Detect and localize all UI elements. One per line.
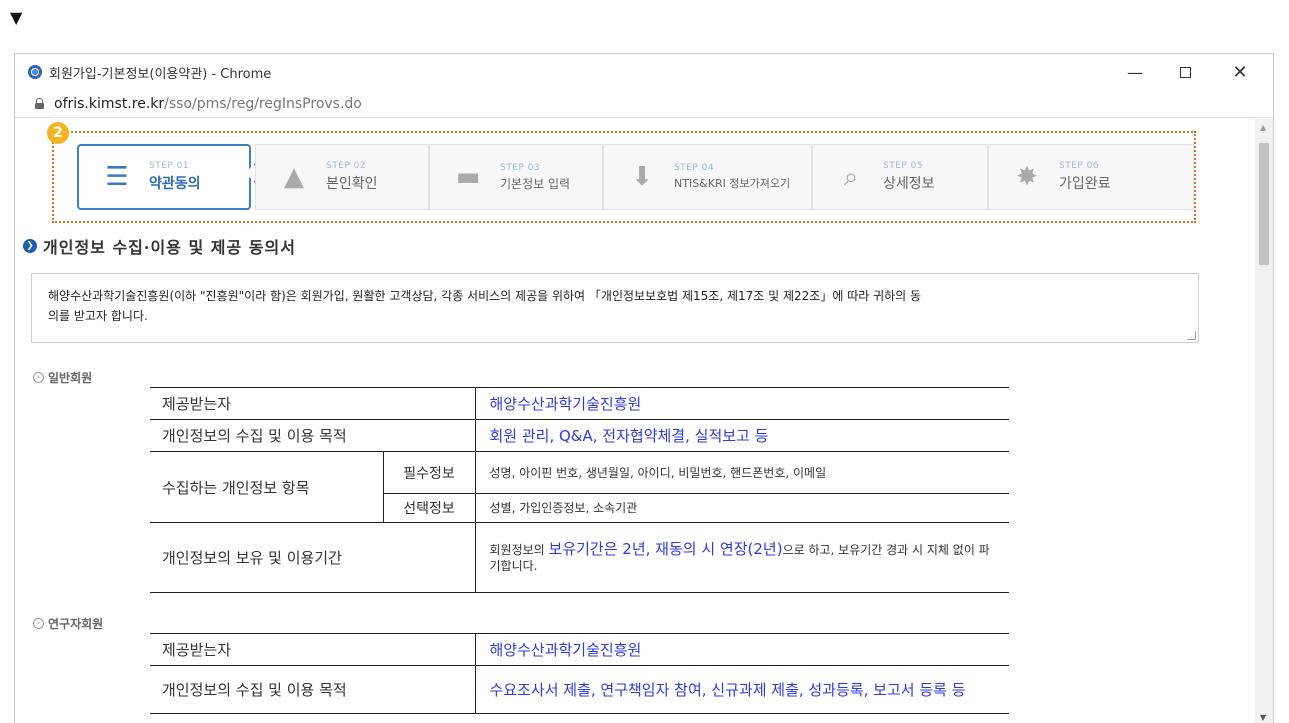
step-1: ☰ STEP 01 약관동의 bbox=[77, 144, 251, 210]
collapse-arrow-icon: ▼ bbox=[10, 8, 23, 27]
section-heading: ❯ 개인정보 수집·이용 및 제공 동의서 bbox=[23, 234, 296, 258]
researcher-member-table: 제공받는자 해양수산과학기술진흥원 개인정보의 수집 및 이용 목적 수요조사서… bbox=[150, 633, 1009, 714]
checklist-icon: ☰ bbox=[105, 162, 129, 192]
table-cell-label: 제공받는자 bbox=[150, 633, 476, 666]
table-row: 개인정보의 수집 및 이용 목적 회원 관리, Q&A, 전자협약체결, 실적보… bbox=[150, 419, 1009, 452]
step-6-number: STEP 06 bbox=[1059, 161, 1100, 171]
step-2-name: 본인확인 bbox=[326, 176, 378, 192]
step-1-name: 약관동의 bbox=[149, 176, 201, 192]
star-badge-icon: ✸ bbox=[1016, 162, 1038, 192]
step-badge: 2 bbox=[47, 122, 69, 144]
lock-icon bbox=[35, 98, 44, 109]
step-4: ⬇ STEP 04 NTIS&KRI 정보가져오기 bbox=[603, 144, 812, 210]
table-cell-sublabel: 필수정보 bbox=[383, 451, 476, 494]
general-member-label: 일반회원 bbox=[48, 371, 93, 385]
agreement-line-2: 의를 받고자 합니다. bbox=[48, 309, 148, 323]
table-row: 제공받는자 해양수산과학기술진흥원 bbox=[150, 387, 1009, 420]
table-cell-value: 회원 관리, Q&A, 전자협약체결, 실적보고 등 bbox=[475, 419, 1009, 452]
step-5-name: 상세정보 bbox=[883, 176, 935, 192]
address-bar[interactable]: ofris.kimst.re.kr/sso/pms/reg/regInsProv… bbox=[15, 90, 1273, 118]
page-content: 2 ☰ STEP 01 약관동의 ▲ STEP 02 본인확인 ▬ STEP 03 기… bbox=[15, 119, 1255, 723]
table-cell-label: 수집하는 개인정보 항목 bbox=[150, 451, 384, 523]
vertical-scrollbar[interactable]: ▲ ▼ bbox=[1255, 119, 1273, 723]
resize-handle-icon[interactable] bbox=[1187, 331, 1196, 340]
table-cell-value: 해양수산과학기술진흥원 bbox=[475, 633, 1009, 666]
table-cell-value: 수요조사서 제출, 연구책임자 참여, 신규과제 제출, 성과등록, 보고서 등… bbox=[475, 665, 1009, 714]
table-cell-value: 성별, 가입인증정보, 소속기관 bbox=[475, 493, 1009, 523]
table-row: 제공받는자 해양수산과학기술진흥원 bbox=[150, 633, 1009, 666]
general-member-table: 제공받는자 해양수산과학기술진흥원 개인정보의 수집 및 이용 목적 회원 관리… bbox=[150, 387, 1009, 593]
table-row: 개인정보의 수집 및 이용 목적 수요조사서 제출, 연구책임자 참여, 신규과… bbox=[150, 665, 1009, 714]
download-icon: ⬇ bbox=[631, 162, 653, 192]
scroll-down-icon[interactable]: ▼ bbox=[1260, 713, 1266, 722]
table-cell-label: 개인정보의 수집 및 이용 목적 bbox=[150, 419, 476, 452]
table-cell-label: 개인정보의 수집 및 이용 목적 bbox=[150, 665, 476, 714]
edit-icon: ▬ bbox=[455, 162, 481, 192]
url-text[interactable]: ofris.kimst.re.kr/sso/pms/reg/regInsProv… bbox=[54, 96, 362, 112]
table-row: 개인정보의 보유 및 이용기간 회원정보의 보유기간은 2년, 재동의 시 연장… bbox=[150, 522, 1009, 593]
step-5-number: STEP 05 bbox=[883, 161, 924, 171]
circle-arrow-icon: › bbox=[33, 372, 44, 383]
step-4-name: NTIS&KRI 정보가져오기 bbox=[674, 177, 791, 190]
table-cell-value: 성명, 아이핀 번호, 생년월일, 아이디, 비밀번호, 핸드폰번호, 이메일 bbox=[475, 451, 1009, 494]
table-row: 수집하는 개인정보 항목 필수정보 성명, 아이핀 번호, 생년월일, 아이디,… bbox=[150, 451, 1009, 523]
table-cell-label: 개인정보의 보유 및 이용기간 bbox=[150, 522, 476, 593]
step-5: ⌕ STEP 05 상세정보 bbox=[812, 144, 988, 210]
section-title: 개인정보 수집·이용 및 제공 동의서 bbox=[43, 238, 296, 257]
step-6: ✸ STEP 06 가입완료 bbox=[988, 144, 1194, 210]
url-path: /sso/pms/reg/regInsProvs.do bbox=[164, 95, 362, 112]
warning-icon: ▲ bbox=[284, 162, 304, 192]
url-host: ofris.kimst.re.kr bbox=[54, 95, 165, 112]
chrome-icon bbox=[28, 65, 42, 79]
step-2: ▲ STEP 02 본인확인 bbox=[255, 144, 429, 210]
step-6-name: 가입완료 bbox=[1059, 176, 1111, 192]
retention-prefix: 회원정보의 bbox=[489, 543, 549, 557]
search-doc-icon: ⌕ bbox=[843, 161, 859, 192]
title-bar: 회원가입-기본정보(이용약관) - Chrome — ✕ bbox=[15, 54, 1273, 90]
agreement-line-1: 해양수산과학기술진흥원(이하 "진흥원"이라 함)은 회원가입, 원활한 고객상… bbox=[48, 289, 922, 303]
bullet-arrow-icon: ❯ bbox=[23, 239, 37, 253]
agreement-textarea[interactable]: 해양수산과학기술진흥원(이하 "진흥원"이라 함)은 회원가입, 원활한 고객상… bbox=[31, 273, 1199, 343]
maximize-button[interactable] bbox=[1162, 54, 1208, 90]
retention-highlight: 보유기간은 2년, 재동의 시 연장(2년) bbox=[548, 540, 783, 558]
step-3-name: 기본정보 입력 bbox=[500, 176, 571, 191]
researcher-member-label: 연구자회원 bbox=[48, 617, 104, 631]
browser-window: 회원가입-기본정보(이용약관) - Chrome — ✕ ofris.kimst… bbox=[14, 53, 1274, 723]
researcher-member-heading: › 연구자회원 bbox=[33, 615, 103, 632]
table-cell-value: 회원정보의 보유기간은 2년, 재동의 시 연장(2년)으로 하고, 보유기간 … bbox=[475, 522, 1009, 593]
maximize-icon bbox=[1179, 66, 1191, 78]
step-4-number: STEP 04 bbox=[674, 163, 715, 173]
scroll-thumb[interactable] bbox=[1259, 143, 1269, 265]
step-1-number: STEP 01 bbox=[149, 161, 190, 171]
close-button[interactable]: ✕ bbox=[1217, 54, 1263, 90]
scroll-up-icon[interactable]: ▲ bbox=[1260, 123, 1266, 132]
minimize-button[interactable]: — bbox=[1112, 54, 1158, 90]
table-cell-label: 제공받는자 bbox=[150, 387, 476, 420]
circle-arrow-icon: › bbox=[33, 618, 44, 629]
step-3-number: STEP 03 bbox=[500, 162, 541, 173]
step-2-number: STEP 02 bbox=[326, 161, 367, 171]
window-title: 회원가입-기본정보(이용약관) - Chrome bbox=[49, 66, 272, 82]
table-cell-sublabel: 선택정보 bbox=[383, 493, 476, 523]
table-cell-value: 해양수산과학기술진흥원 bbox=[475, 387, 1009, 420]
general-member-heading: › 일반회원 bbox=[33, 369, 92, 386]
step-3: ▬ STEP 03 기본정보 입력 bbox=[429, 144, 603, 210]
